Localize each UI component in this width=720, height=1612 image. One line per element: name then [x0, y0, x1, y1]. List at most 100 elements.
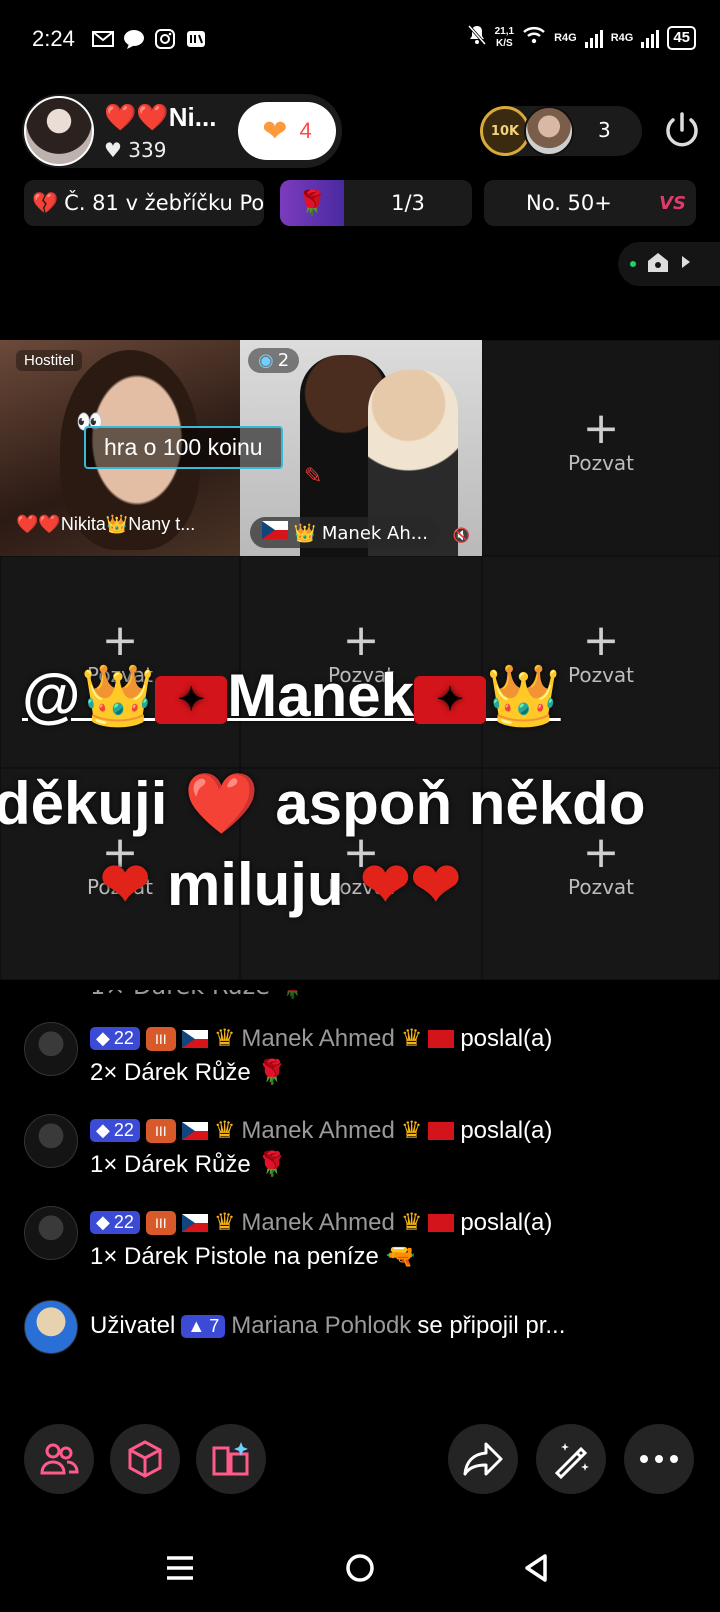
albania-flag-icon	[428, 1213, 455, 1232]
crown-icon: ♛	[400, 1117, 423, 1144]
more-icon	[640, 1455, 678, 1463]
book-button[interactable]	[196, 1424, 266, 1494]
recent-apps-button[interactable]	[160, 1548, 200, 1588]
guest-name: 👑 Manek Ah...	[293, 523, 428, 544]
invite-slot[interactable]: + Pozvat	[482, 340, 720, 556]
triangle-icon: ▲	[187, 1315, 206, 1336]
battle-rank-chip[interactable]: No. 50+ VS	[484, 180, 696, 226]
host-likes-count: 339	[128, 138, 167, 162]
chat-message-header: ◆ 22 III ♛ Manek Ahmed ♛ poslal(a)	[90, 1024, 552, 1053]
vs-icon: VS	[659, 192, 686, 214]
czech-flag-icon	[181, 1213, 208, 1232]
back-button[interactable]	[516, 1548, 556, 1588]
overlay-line-3: ❤ miluju ❤❤	[100, 850, 461, 920]
chat-username[interactable]: Manek Ahmed	[241, 1117, 394, 1145]
czech-flag-icon	[181, 1029, 208, 1048]
rose-icon: 🌹	[280, 180, 344, 226]
level-badge: ▲ 7	[181, 1314, 226, 1338]
follow-count: 4	[299, 118, 312, 143]
fan-badge-icon: III	[145, 1026, 176, 1051]
chat-message-body: 2× Dárek Růže 🌹	[90, 1059, 288, 1086]
crown-icon: ♛	[213, 1117, 236, 1144]
crown-icon: ♛	[213, 1025, 236, 1052]
chat-action: poslal(a)	[460, 1208, 553, 1236]
host-avatar[interactable]	[24, 96, 94, 166]
broken-heart-icon: 💔	[32, 190, 59, 215]
chat-avatar[interactable]	[24, 1022, 78, 1076]
host-tile-name: ❤️❤️Nikita👑Nany t...	[16, 514, 196, 534]
chevron-right-icon[interactable]	[680, 254, 692, 274]
host-name: ❤️❤️Ni...	[104, 102, 217, 132]
chat-username[interactable]: Manek Ahmed	[241, 1025, 394, 1053]
wifi-icon	[522, 26, 546, 49]
box-icon	[128, 1440, 162, 1478]
level-value: 22	[113, 1028, 134, 1048]
chat-avatar[interactable]	[24, 1114, 78, 1168]
overlay-line-2: děkuji ❤️ aspoň někdo	[0, 770, 646, 837]
goal-chip[interactable]: 🌹 1/3	[280, 180, 472, 226]
gift-box-button[interactable]	[110, 1424, 180, 1494]
follow-heart-icon: ❤	[262, 113, 288, 149]
chat-avatar[interactable]	[24, 1300, 78, 1354]
overlay-mention-name: Manek	[227, 662, 414, 729]
fan-badge-icon: III	[145, 1210, 176, 1235]
viewer-count[interactable]: 3	[598, 118, 611, 142]
chat-username[interactable]: Mariana Pohlodk	[231, 1312, 411, 1340]
magic-wand-icon	[554, 1443, 589, 1479]
book-sparkle-icon	[212, 1442, 249, 1476]
viewer-avatar[interactable]	[524, 106, 574, 156]
red-heart-icon: ❤	[360, 851, 411, 918]
host-likes: ♥ 339	[104, 138, 166, 162]
battle-rank-text: No. 50+	[526, 191, 612, 215]
host-tag: Hostitel	[16, 350, 83, 371]
home-icon[interactable]	[646, 251, 670, 277]
share-button[interactable]	[448, 1424, 518, 1494]
edit-pencil-icon[interactable]: ✎	[304, 464, 322, 489]
mute-icon	[467, 24, 487, 51]
chat-username[interactable]: Manek Ahmed	[241, 1209, 394, 1237]
viewers-group[interactable]: 10K 3	[480, 106, 642, 156]
more-button[interactable]	[624, 1424, 694, 1494]
guest-badge: ◉ 2	[248, 348, 300, 373]
chat-feed[interactable]: 1× Dárek Růže 🌹 ◆22 III ♛ Manek Ahmed ♛ …	[0, 990, 720, 1370]
exit-power-button[interactable]	[660, 108, 704, 152]
mini-nav[interactable]	[618, 242, 720, 286]
goal-progress: 1/3	[391, 191, 425, 215]
diamond-icon: ◆	[96, 1120, 110, 1140]
level-value: 22	[113, 1120, 134, 1140]
top-viewer-avatar[interactable]: 10K	[480, 106, 530, 156]
signal-icon-2	[641, 28, 660, 48]
rank-chip[interactable]: 💔 Č. 81 v žebříčku Po	[24, 180, 264, 226]
home-button[interactable]	[340, 1548, 380, 1588]
system-nav-bar	[0, 1520, 720, 1612]
follow-button[interactable]: ❤ 4	[238, 102, 336, 160]
effects-button[interactable]	[536, 1424, 606, 1494]
chat-message-header: ◆ 22 III ♛ Manek Ahmed ♛ poslal(a)	[90, 1116, 552, 1145]
heart-icon: ♥	[104, 138, 122, 162]
level-value: 22	[113, 1212, 134, 1232]
guests-button[interactable]	[24, 1424, 94, 1494]
status-app-icons	[92, 28, 207, 50]
host-card[interactable]: ❤️❤️Ni... ♥ 339 ❤ 4	[22, 94, 342, 168]
join-prefix: Uživatel	[90, 1312, 176, 1339]
red-heart-icon: ❤	[410, 851, 461, 918]
guest-badge-count: 2	[277, 350, 290, 371]
guest-name-pill: 👑 Manek Ah...	[250, 517, 440, 548]
diamond-icon: ◆	[96, 1212, 110, 1232]
fan-badge-icon: III	[145, 1118, 176, 1143]
chat-message-header: ◆ 22 III ♛ Manek Ahmed ♛ poslal(a)	[90, 1208, 552, 1237]
status-bar: 2:24 21,1 K/S R4G R4G 45	[0, 0, 720, 80]
invite-label: Pozvat	[567, 451, 634, 475]
chat-message-body: 1× Dárek Růže 🌹	[90, 1151, 288, 1178]
network-type-2: R4G	[610, 31, 634, 44]
share-icon	[463, 1442, 503, 1476]
level-badge: ◆ 22	[90, 1027, 140, 1050]
chat-avatar[interactable]	[24, 1206, 78, 1260]
battery-indicator: 45	[667, 25, 696, 50]
speed-value: 21,1	[494, 25, 515, 37]
game-label[interactable]: hra o 100 koinu	[84, 426, 283, 469]
signal-icon-1	[584, 28, 603, 48]
chat-action: poslal(a)	[460, 1024, 553, 1052]
back-triangle-icon	[525, 1554, 547, 1582]
level-badge: ◆ 22	[90, 1119, 140, 1142]
